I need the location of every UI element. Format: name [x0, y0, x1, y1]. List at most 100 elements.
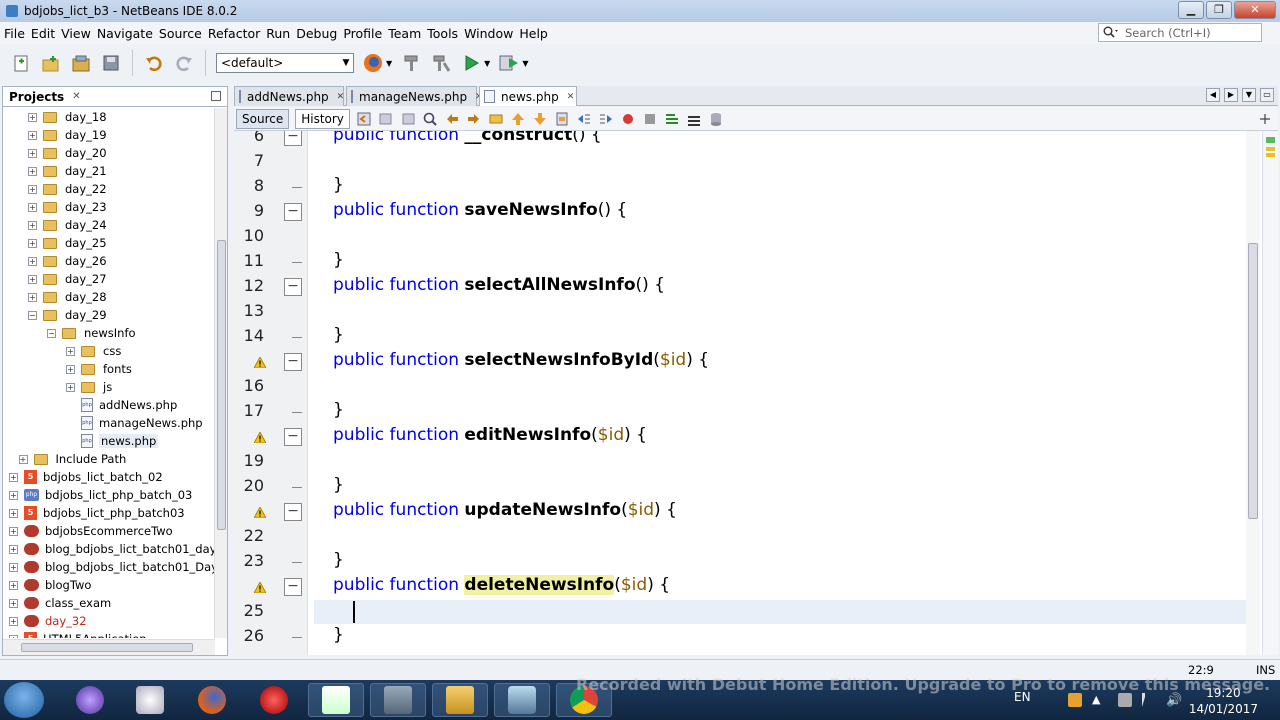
tree-item[interactable]: + day_27 — [28, 270, 107, 288]
menu-file[interactable]: File — [4, 26, 31, 41]
tree-item[interactable]: + blogTwo — [9, 576, 91, 594]
file-explorer-icon[interactable] — [432, 683, 488, 717]
editor-tab[interactable]: news.php ✕ — [479, 86, 577, 106]
undo-icon[interactable] — [143, 52, 165, 74]
browser-dropdown-icon[interactable]: ▼ — [386, 59, 392, 68]
find-previous-icon[interactable] — [444, 111, 460, 127]
expand-icon[interactable]: + — [9, 508, 18, 518]
menu-view[interactable]: View — [61, 26, 97, 41]
tree-item[interactable]: +5 bdjobs_lict_batch_02 — [9, 468, 163, 486]
close-tab-icon[interactable]: ✕ — [567, 92, 575, 102]
build-hammer-icon[interactable] — [400, 52, 422, 74]
start-macro-recording-icon[interactable] — [620, 111, 636, 127]
maximize-window-icon[interactable]: ▭ — [1260, 88, 1274, 102]
debug-project-icon[interactable] — [498, 52, 520, 74]
start-button[interactable] — [4, 682, 44, 718]
comment-icon[interactable] — [664, 111, 680, 127]
open-project-icon[interactable] — [70, 52, 92, 74]
tree-item[interactable]: + blog_bdjobs_lict_batch01_Day37 — [9, 558, 215, 576]
tree-item[interactable]: +5 HTML5Application — [9, 630, 147, 638]
tree-item[interactable]: + day_21 — [28, 162, 107, 180]
tree-item[interactable]: + blog_bdjobs_lict_batch01_day36 — [9, 540, 215, 558]
run-project-icon[interactable] — [460, 52, 482, 74]
tray-app-icon[interactable] — [1068, 693, 1082, 707]
editor-vertical-scrollbar[interactable] — [1246, 131, 1260, 655]
history-button[interactable]: History — [295, 108, 350, 129]
projects-vertical-scrollbar[interactable] — [214, 108, 227, 638]
editor-tab[interactable]: addNews.php ✕ — [234, 86, 344, 106]
menu-profile[interactable]: Profile — [343, 26, 388, 41]
next-bookmark-icon[interactable] — [532, 111, 548, 127]
code-fold-icon[interactable]: − — [284, 131, 302, 146]
expand-icon[interactable]: + — [9, 544, 18, 554]
save-all-icon[interactable] — [100, 52, 122, 74]
new-project-icon[interactable] — [40, 52, 62, 74]
find-selection-icon[interactable] — [422, 111, 438, 127]
warning-icon[interactable] — [254, 357, 266, 368]
menu-window[interactable]: Window — [464, 26, 519, 41]
expand-icon[interactable]: + — [9, 580, 18, 590]
code-fold-icon[interactable]: − — [284, 353, 302, 371]
volume-icon[interactable]: 🔊 — [1166, 693, 1182, 708]
chevron-up-icon[interactable]: ▲ — [1092, 693, 1106, 707]
shift-right-icon[interactable] — [598, 111, 614, 127]
expand-icon[interactable]: + — [28, 202, 37, 212]
run-dropdown-icon[interactable]: ▼ — [484, 59, 490, 68]
expand-icon[interactable]: + — [28, 112, 37, 122]
tree-item[interactable]: + day_26 — [28, 252, 107, 270]
tree-item[interactable]: − newsInfo — [47, 324, 136, 342]
debut-recorder-icon[interactable] — [370, 683, 426, 717]
tree-item[interactable]: + day_24 — [28, 216, 107, 234]
configuration-select[interactable]: <default> ▼ — [216, 53, 354, 73]
database-icon[interactable] — [708, 111, 724, 127]
tree-item[interactable]: + day_20 — [28, 144, 107, 162]
code-fold-icon[interactable]: − — [284, 278, 302, 296]
expand-icon[interactable]: + — [28, 148, 37, 158]
scroll-tabs-left-icon[interactable]: ◀ — [1206, 88, 1220, 102]
last-edit-icon[interactable] — [356, 111, 372, 127]
network-icon[interactable] — [1118, 693, 1132, 707]
menu-refactor[interactable]: Refactor — [208, 26, 266, 41]
expand-icon[interactable]: + — [28, 292, 37, 302]
tree-item[interactable]: php manageNews.php — [66, 414, 203, 432]
back-icon[interactable] — [378, 111, 394, 127]
code-fold-icon[interactable]: − — [284, 503, 302, 521]
tree-item[interactable]: + day_22 — [28, 180, 107, 198]
new-file-icon[interactable] — [10, 52, 32, 74]
menu-run[interactable]: Run — [266, 26, 296, 41]
menu-source[interactable]: Source — [159, 26, 208, 41]
expand-icon[interactable]: + — [66, 382, 75, 392]
expand-icon[interactable]: + — [9, 472, 18, 482]
media-player-icon[interactable] — [62, 683, 118, 717]
expand-icon[interactable]: + — [28, 130, 37, 140]
tree-item[interactable]: + fonts — [66, 360, 132, 378]
scrollbar-thumb[interactable] — [1248, 243, 1258, 519]
tree-item[interactable]: + day_23 — [28, 198, 107, 216]
tree-item[interactable]: php addNews.php — [66, 396, 177, 414]
scroll-tabs-right-icon[interactable]: ▶ — [1224, 88, 1238, 102]
tree-item[interactable]: +5 bdjobs_lict_php_batch03 — [9, 504, 185, 522]
code-fold-icon[interactable]: − — [284, 578, 302, 596]
signal-icon[interactable] — [1142, 693, 1156, 707]
previous-bookmark-icon[interactable] — [510, 111, 526, 127]
source-button[interactable]: Source — [236, 108, 290, 129]
toggle-bookmark-icon[interactable] — [554, 111, 570, 127]
collapse-icon[interactable]: − — [47, 328, 56, 338]
tree-item[interactable]: + day_25 — [28, 234, 107, 252]
menu-help[interactable]: Help — [519, 26, 554, 41]
netbeans-taskbar-icon[interactable] — [494, 683, 550, 717]
expand-icon[interactable]: + — [9, 490, 18, 500]
expand-icon[interactable]: + — [28, 274, 37, 284]
expand-icon[interactable]: + — [28, 256, 37, 266]
search-box[interactable]: Search (Ctrl+I) — [1098, 23, 1262, 42]
code-editor[interactable]: 6 − 7 8 9 − 10 11 12 − 13 14 − 16 17 − 19 20 − 22 23 − 25 26 pu… — [234, 131, 1278, 655]
warning-icon[interactable] — [254, 507, 266, 518]
snipping-tool-icon[interactable] — [122, 683, 178, 717]
expand-icon[interactable]: + — [66, 364, 75, 374]
tree-item[interactable]: + css — [66, 342, 121, 360]
tree-item[interactable]: − day_29 — [28, 306, 107, 324]
expand-icon[interactable]: + — [28, 184, 37, 194]
notepad-plus-icon[interactable] — [308, 683, 364, 717]
scrollbar-thumb[interactable] — [21, 643, 193, 652]
expand-icon[interactable]: + — [9, 598, 18, 608]
